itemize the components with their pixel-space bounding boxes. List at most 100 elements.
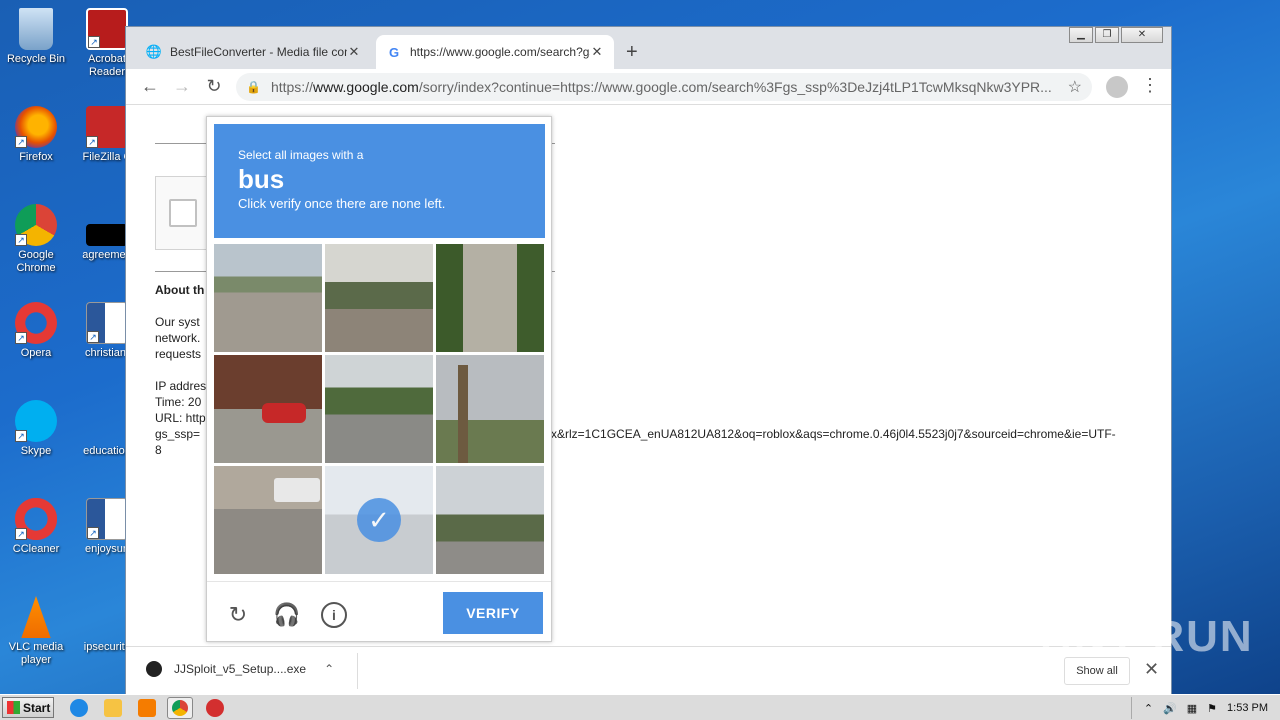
desktop-icon-label: Skype (20, 445, 52, 457)
toolbar: ← → ↻ 🔒 https://www.google.com/sorry/ind… (126, 69, 1171, 105)
desktop-icon-label: Google Chrome (16, 249, 56, 274)
bus-shape (274, 478, 320, 502)
close-icon[interactable]: ✕ (590, 44, 604, 60)
bookmark-star-icon[interactable]: ☆ (1068, 77, 1082, 97)
captcha-tile-8-selected[interactable]: ✓ (325, 466, 433, 574)
url-line: URL: http (155, 411, 206, 425)
desktop-icon-skype[interactable]: ↗ Skype (1, 400, 71, 458)
start-label: Start (23, 700, 51, 715)
desktop-icon-chrome[interactable]: ↗ Google Chrome (1, 204, 71, 275)
tab-title: BestFileConverter - Media file conver (170, 45, 347, 59)
word-document-icon: ↗ (86, 498, 128, 540)
chrome-icon: ↗ (15, 204, 57, 246)
tab-bestfileconverter[interactable]: 🌐 BestFileConverter - Media file conver … (136, 35, 371, 69)
recycle-bin-icon (19, 8, 53, 50)
reload-icon[interactable]: ↻ (198, 76, 230, 97)
exe-file-icon (146, 661, 162, 677)
divider (357, 653, 358, 689)
new-tab-icon[interactable]: + (626, 41, 638, 64)
captcha-tile-1[interactable] (214, 244, 322, 352)
desktop-icon-ccleaner[interactable]: ↗ CCleaner (1, 498, 71, 556)
globe-icon: 🌐 (145, 44, 163, 59)
captcha-tile-4[interactable] (214, 355, 322, 463)
acrobat-icon: ↗ (86, 8, 128, 50)
paragraph-line: network. (155, 331, 201, 345)
download-item[interactable]: JJSploit_v5_Setup....exe ⌃ (146, 661, 334, 677)
close-icon[interactable]: ✕ (1144, 659, 1159, 680)
captcha-tile-5[interactable] (325, 355, 433, 463)
opera-icon[interactable] (206, 699, 224, 717)
chevron-up-icon[interactable]: ⌃ (324, 662, 334, 676)
skype-icon: ↗ (15, 400, 57, 442)
desktop-icon-label: christianf (84, 347, 130, 359)
desktop-icon-label: CCleaner (12, 543, 60, 555)
vlc-icon (21, 596, 51, 638)
desktop-icon-label: ipsecurity (83, 641, 131, 653)
url-text: https://www.google.com/sorry/index?conti… (270, 79, 1052, 95)
desktop-icon-label: Recycle Bin (6, 53, 66, 65)
windows-logo-icon (7, 701, 20, 714)
target-object: bus (238, 164, 285, 194)
desktop-icon-label: education (83, 445, 131, 457)
firefox-icon: ↗ (15, 106, 57, 148)
start-button[interactable]: Start (2, 697, 54, 718)
address-bar[interactable]: 🔒 https://www.google.com/sorry/index?con… (236, 73, 1092, 101)
lock-icon: 🔒 (246, 80, 261, 94)
file-icon (86, 596, 128, 638)
time-line: Time: 20 (155, 395, 202, 409)
recaptcha-checkbox[interactable] (169, 199, 197, 227)
word-document-icon: ↗ (86, 302, 128, 344)
palm-tree-shape (458, 365, 468, 463)
chrome-taskbar-button[interactable] (167, 697, 193, 719)
chevron-up-icon[interactable]: ⌃ (1144, 702, 1153, 715)
captcha-tile-3[interactable] (436, 244, 544, 352)
download-filename: JJSploit_v5_Setup....exe (174, 662, 307, 676)
ip-address-line: IP addres (155, 379, 207, 393)
back-arrow-icon[interactable]: ← (134, 76, 166, 97)
folder-icon[interactable] (104, 699, 122, 717)
close-icon[interactable]: ✕ (347, 44, 361, 60)
car-shape (262, 403, 306, 423)
instruction-subtext: Click verify once there are none left. (238, 196, 446, 211)
desktop-icon-firefox[interactable]: ↗ Firefox (1, 106, 71, 164)
taskbar: Start ⌃ 🔊 ▦ ⚑ 1:53 PM (0, 694, 1280, 720)
headphones-icon[interactable]: 🎧 (273, 602, 300, 628)
recaptcha-challenge: Select all images with a bus Click verif… (206, 116, 552, 642)
ccleaner-icon: ↗ (15, 498, 57, 540)
media-player-icon[interactable] (138, 699, 156, 717)
file-icon (86, 224, 128, 246)
paragraph-line: requests (155, 347, 202, 361)
reload-icon[interactable]: ↻ (225, 602, 251, 628)
speaker-icon[interactable]: 🔊 (1163, 702, 1177, 715)
desktop-icon-label: enjoysun (84, 543, 130, 555)
clock[interactable]: 1:53 PM (1227, 702, 1268, 714)
file-icon (86, 400, 128, 442)
desktop-icon-vlc[interactable]: VLC media player (1, 596, 71, 667)
instruction-text: Select all images with a (238, 148, 364, 162)
network-icon[interactable]: ▦ (1187, 702, 1197, 715)
maximize-button[interactable]: ❐ (1095, 27, 1119, 43)
profile-avatar-icon[interactable] (1106, 76, 1128, 98)
challenge-footer: ↻ 🎧 i VERIFY (207, 581, 551, 641)
captcha-tile-2[interactable] (325, 244, 433, 352)
internet-explorer-icon[interactable] (70, 699, 88, 717)
filezilla-icon: ↗ (86, 106, 128, 148)
desktop-icon-opera[interactable]: ↗ Opera (1, 302, 71, 360)
captcha-tile-7[interactable] (214, 466, 322, 574)
google-icon: G (388, 44, 400, 60)
forward-arrow-icon[interactable]: → (166, 76, 198, 97)
paragraph-line: Our syst (155, 315, 200, 329)
desktop-icon-label: Firefox (19, 151, 53, 163)
captcha-tile-9[interactable] (436, 466, 544, 574)
desktop-icon-recycle-bin[interactable]: Recycle Bin (1, 8, 71, 66)
minimize-button[interactable]: ▁ (1069, 27, 1093, 43)
info-icon[interactable]: i (321, 602, 347, 628)
desktop: Recycle Bin ↗ Acrobat Reader ↗ Firefox ↗… (0, 0, 132, 690)
tab-google-search[interactable]: G https://www.google.com/search?gs_ ✕ (376, 35, 614, 69)
close-button[interactable]: ✕ (1121, 27, 1163, 43)
verify-button[interactable]: VERIFY (443, 592, 543, 634)
captcha-tile-6[interactable] (436, 355, 544, 463)
challenge-header: Select all images with a bus Click verif… (214, 124, 545, 238)
flag-icon[interactable]: ⚑ (1207, 702, 1217, 715)
menu-kebab-icon[interactable]: ⋮ (1141, 75, 1159, 96)
